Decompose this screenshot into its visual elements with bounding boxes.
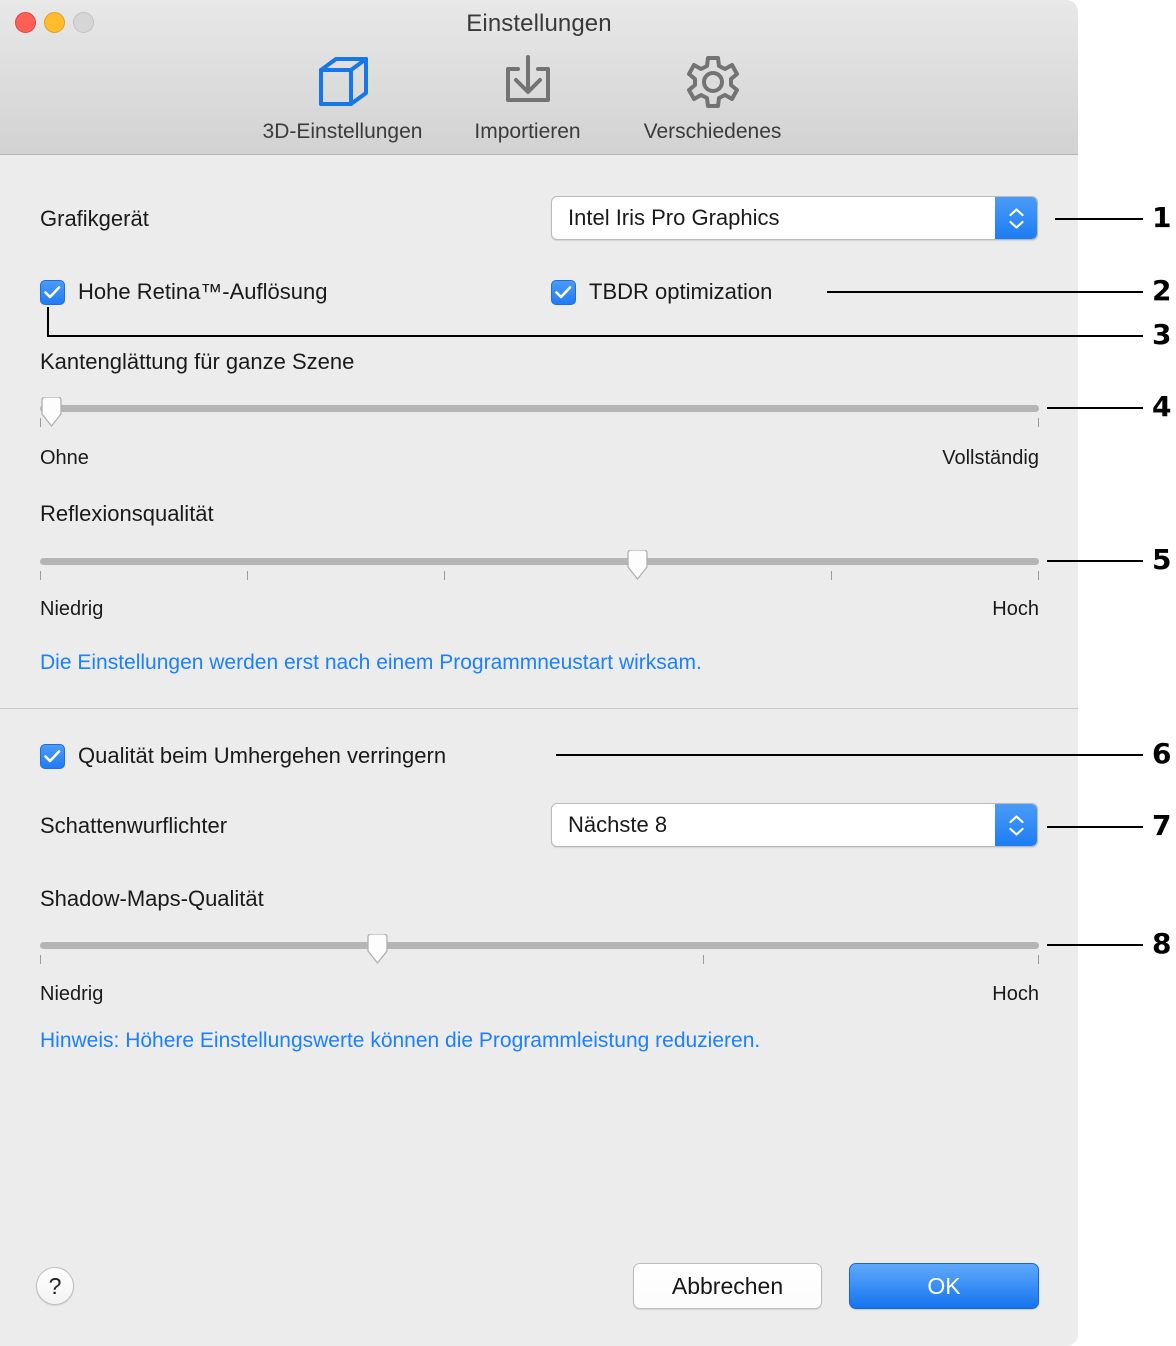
- reflection-quality-min-label: Niedrig: [40, 598, 104, 620]
- shadow-lights-value: Nächste 8: [568, 812, 668, 837]
- shadow-map-quality-slider-track[interactable]: [40, 942, 1039, 949]
- gear-icon: [620, 52, 805, 112]
- help-button[interactable]: ?: [36, 1267, 74, 1305]
- toolbar-item-3d-settings-label: 3D-Einstellungen: [262, 120, 423, 143]
- toolbar-item-import[interactable]: Importieren: [435, 52, 620, 144]
- antialiasing-slider-thumb[interactable]: [40, 396, 63, 427]
- reduce-quality-checkbox-row[interactable]: Qualität beim Umhergehen verringern: [40, 743, 446, 769]
- toolbar: 3D-Einstellungen Importieren Verschieden…: [250, 52, 805, 144]
- callout-7-number: 7: [1152, 809, 1172, 842]
- import-tray-icon: [435, 52, 620, 112]
- callout-8-leader: [1047, 944, 1143, 946]
- callout-6-leader: [556, 754, 1143, 756]
- tbdr-checkbox-row[interactable]: TBDR optimization: [551, 279, 772, 305]
- shadow-map-quality-label: Shadow-Maps-Qualität: [40, 886, 264, 911]
- shadow-map-quality-slider-ticks: [40, 955, 1039, 967]
- callout-2-number: 2: [1152, 274, 1172, 307]
- graphics-device-value: Intel Iris Pro Graphics: [568, 205, 780, 230]
- graphics-device-select[interactable]: Intel Iris Pro Graphics: [551, 196, 1038, 240]
- performance-note: Hinweis: Höhere Einstellungswerte können…: [40, 1029, 761, 1052]
- reflection-quality-slider-ticks: [40, 571, 1039, 583]
- chevron-updown-icon: [995, 197, 1037, 239]
- callout-5-leader: [1047, 560, 1143, 562]
- window-title: Einstellungen: [466, 10, 612, 37]
- graphics-device-label: Grafikgerät: [40, 206, 149, 231]
- antialiasing-slider-ticks: [40, 418, 1039, 430]
- antialiasing-label: Kantenglättung für ganze Szene: [40, 349, 355, 374]
- callout-4-number: 4: [1152, 390, 1172, 423]
- reflection-quality-slider-thumb[interactable]: [626, 549, 649, 580]
- shadow-lights-label: Schattenwurflichter: [40, 813, 228, 838]
- settings-content: Grafikgerät Intel Iris Pro Graphics Hohe…: [0, 155, 1078, 1346]
- retina-checkbox[interactable]: [40, 279, 65, 305]
- callout-2-leader: [827, 291, 1143, 293]
- antialiasing-min-label: Ohne: [40, 447, 89, 469]
- shadow-lights-select[interactable]: Nächste 8: [551, 803, 1038, 847]
- chevron-updown-icon: [995, 804, 1037, 846]
- reflection-quality-label: Reflexionsqualität: [40, 501, 214, 526]
- callout-6-number: 6: [1152, 737, 1172, 770]
- section-divider: [0, 708, 1078, 709]
- callout-8-number: 8: [1152, 927, 1172, 960]
- window-titlebar: Einstellungen 3D-Einstellungen Importier…: [0, 0, 1078, 155]
- retina-checkbox-label: Hohe Retina™-Auflösung: [78, 279, 328, 304]
- antialiasing-max-label: Vollständig: [942, 447, 1039, 469]
- retina-checkbox-row[interactable]: Hohe Retina™-Auflösung: [40, 279, 327, 305]
- tbdr-checkbox-label: TBDR optimization: [589, 279, 773, 304]
- toolbar-item-3d-settings[interactable]: 3D-Einstellungen: [250, 52, 435, 144]
- reduce-quality-checkbox[interactable]: [40, 743, 65, 769]
- callout-1-number: 1: [1152, 201, 1172, 234]
- shadow-map-quality-slider-thumb[interactable]: [366, 933, 389, 964]
- callout-7-leader: [1047, 826, 1143, 828]
- ok-button[interactable]: OK: [849, 1263, 1039, 1309]
- cancel-button[interactable]: Abbrechen: [633, 1263, 822, 1309]
- checkmark-icon: [44, 749, 61, 762]
- reduce-quality-checkbox-label: Qualität beim Umhergehen verringern: [78, 743, 447, 768]
- callout-3-leader-vertical: [47, 307, 49, 337]
- checkmark-icon: [44, 285, 61, 298]
- checkmark-icon: [555, 285, 572, 298]
- reflection-quality-max-label: Hoch: [992, 598, 1039, 620]
- restart-note: Die Einstellungen werden erst nach einem…: [40, 651, 702, 674]
- settings-window: Einstellungen 3D-Einstellungen Importier…: [0, 0, 1078, 1346]
- toolbar-item-import-label: Importieren: [474, 120, 581, 143]
- antialiasing-slider-track[interactable]: [40, 405, 1039, 412]
- callout-4-leader: [1047, 407, 1143, 409]
- tbdr-checkbox[interactable]: [551, 279, 576, 305]
- shadow-map-quality-min-label: Niedrig: [40, 983, 104, 1005]
- callout-3-leader: [47, 335, 1143, 337]
- shadow-map-quality-max-label: Hoch: [992, 983, 1039, 1005]
- cube-icon: [250, 52, 435, 112]
- callout-5-number: 5: [1152, 543, 1172, 576]
- toolbar-item-misc-label: Verschiedenes: [643, 120, 782, 143]
- callout-3-number: 3: [1152, 318, 1172, 351]
- reflection-quality-slider-track[interactable]: [40, 558, 1039, 565]
- toolbar-item-misc[interactable]: Verschiedenes: [620, 52, 805, 144]
- callout-1-leader: [1055, 218, 1143, 220]
